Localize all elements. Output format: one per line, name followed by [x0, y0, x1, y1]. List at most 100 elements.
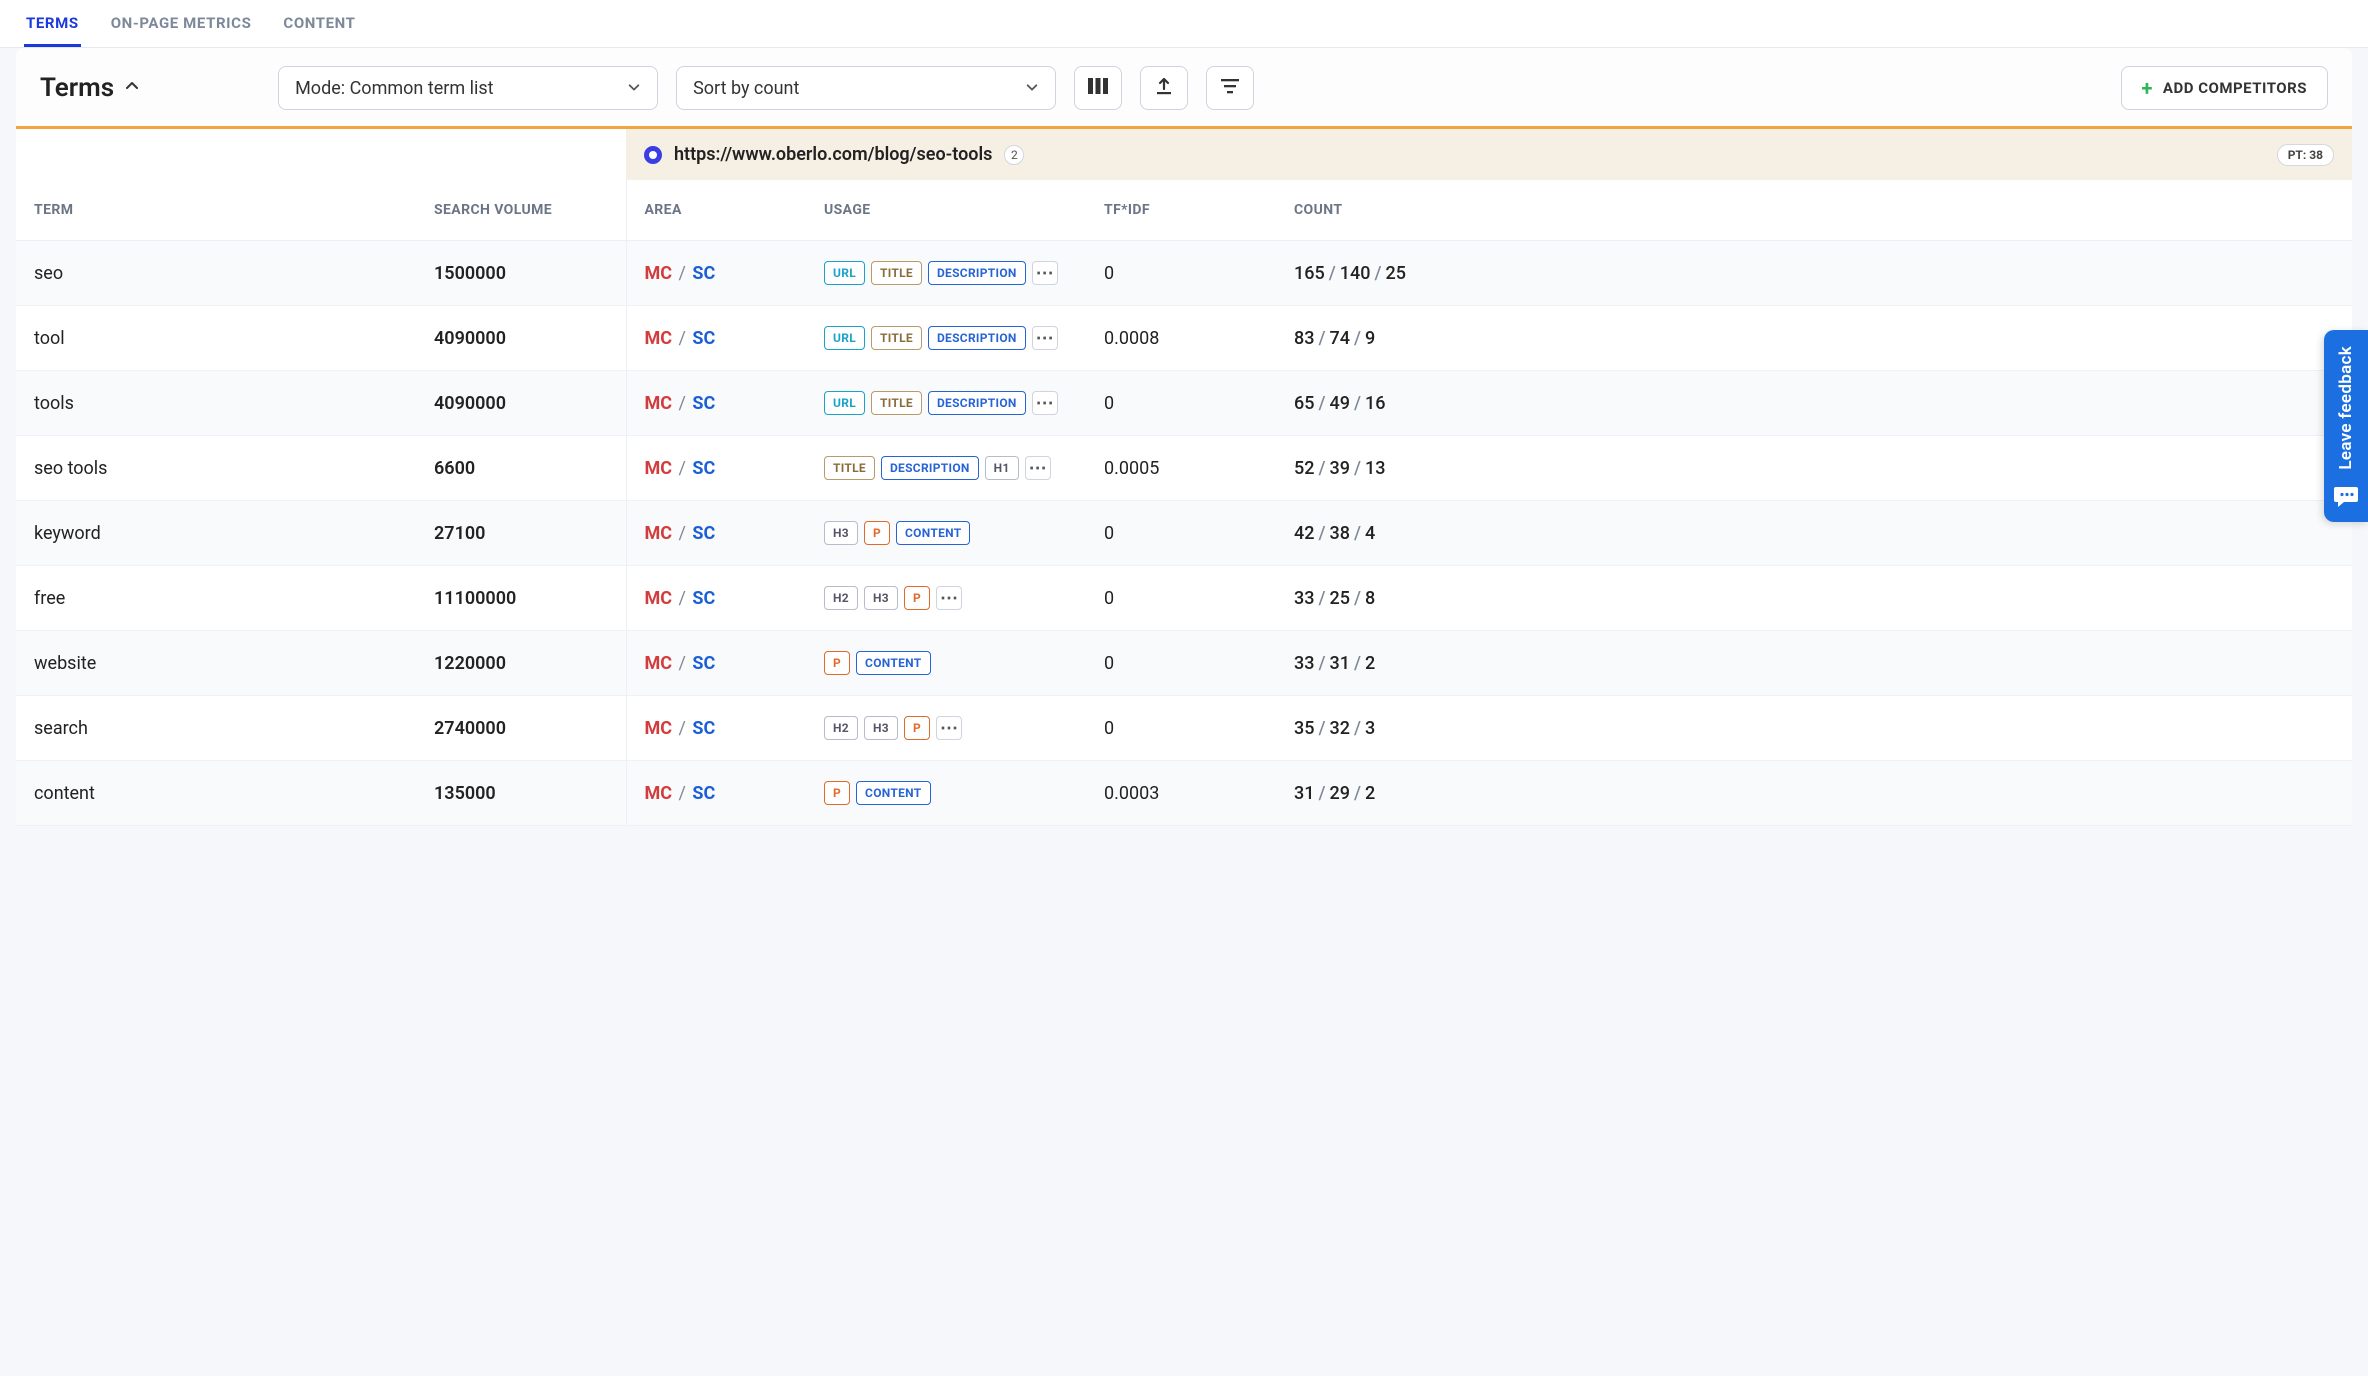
term-cell[interactable]: search [16, 696, 416, 761]
term-cell[interactable]: content [16, 761, 416, 826]
table-row: content135000MC / SCPCONTENT0.000331/29/… [16, 761, 2352, 826]
tag-description[interactable]: DESCRIPTION [928, 326, 1026, 350]
col-header-term[interactable]: TERM [16, 180, 416, 241]
filter-button[interactable] [1206, 66, 1254, 110]
url-band: https://www.oberlo.com/blog/seo-tools 2 … [16, 126, 2352, 180]
tag-h3[interactable]: H3 [864, 586, 898, 610]
tag-content[interactable]: CONTENT [856, 651, 930, 675]
mc-label[interactable]: MC [645, 653, 673, 674]
area-cell: MC / SC [626, 631, 806, 696]
tfidf-cell: 0.0008 [1086, 306, 1276, 371]
sc-label[interactable]: SC [692, 263, 715, 284]
more-tags-button[interactable]: ⋯ [1032, 326, 1058, 350]
col-header-count[interactable]: COUNT [1276, 180, 2352, 241]
col-header-tfidf[interactable]: TF*IDF [1086, 180, 1276, 241]
sc-label[interactable]: SC [692, 328, 715, 349]
tag-p[interactable]: P [904, 716, 930, 740]
area-cell: MC / SC [626, 436, 806, 501]
more-tags-button[interactable]: ⋯ [936, 716, 962, 740]
tag-title[interactable]: TITLE [871, 326, 922, 350]
leave-feedback-tab[interactable]: Leave feedback [2324, 330, 2368, 522]
tag-h3[interactable]: H3 [864, 716, 898, 740]
count-0: 65 [1294, 393, 1314, 414]
sc-label[interactable]: SC [692, 783, 715, 804]
tag-content[interactable]: CONTENT [896, 521, 970, 545]
slash: / [1354, 523, 1361, 544]
tag-description[interactable]: DESCRIPTION [881, 456, 979, 480]
count-cell: 52/39/13 [1276, 436, 2352, 501]
tag-description[interactable]: DESCRIPTION [928, 391, 1026, 415]
tag-url[interactable]: URL [824, 326, 865, 350]
sc-label[interactable]: SC [692, 523, 715, 544]
table-row: seo tools6600MC / SCTITLEDESCRIPTIONH1⋯0… [16, 436, 2352, 501]
analyzed-url[interactable]: https://www.oberlo.com/blog/seo-tools [674, 144, 992, 165]
sc-label[interactable]: SC [692, 458, 715, 479]
tag-url[interactable]: URL [824, 261, 865, 285]
term-cell[interactable]: website [16, 631, 416, 696]
mode-select[interactable]: Mode: Common term list [278, 66, 658, 110]
mc-label[interactable]: MC [645, 718, 673, 739]
area-cell: MC / SC [626, 761, 806, 826]
slash: / [674, 783, 690, 804]
term-cell[interactable]: free [16, 566, 416, 631]
sc-label[interactable]: SC [692, 588, 715, 609]
tag-p[interactable]: P [864, 521, 890, 545]
mc-label[interactable]: MC [645, 588, 673, 609]
tag-p[interactable]: P [824, 781, 850, 805]
tfidf-cell: 0 [1086, 631, 1276, 696]
col-header-usage[interactable]: USAGE [806, 180, 1086, 241]
tag-url[interactable]: URL [824, 391, 865, 415]
tag-p[interactable]: P [904, 586, 930, 610]
mc-label[interactable]: MC [645, 263, 673, 284]
chevron-down-icon [1025, 78, 1039, 99]
area-cell: MC / SC [626, 566, 806, 631]
tag-h2[interactable]: H2 [824, 586, 858, 610]
mc-label[interactable]: MC [645, 523, 673, 544]
col-header-search-volume[interactable]: SEARCH VOLUME [416, 180, 626, 241]
term-cell[interactable]: seo tools [16, 436, 416, 501]
tfidf-cell: 0 [1086, 566, 1276, 631]
more-tags-button[interactable]: ⋯ [1032, 261, 1058, 285]
term-cell[interactable]: seo [16, 241, 416, 306]
count-1: 25 [1330, 588, 1350, 609]
tag-title[interactable]: TITLE [871, 261, 922, 285]
table-row: tool4090000MC / SCURLTITLEDESCRIPTION⋯0.… [16, 306, 2352, 371]
sc-label[interactable]: SC [692, 653, 715, 674]
tab-onpage-metrics[interactable]: ON-PAGE METRICS [109, 0, 254, 47]
tab-content[interactable]: CONTENT [281, 0, 357, 47]
sort-select[interactable]: Sort by count [676, 66, 1056, 110]
tag-title[interactable]: TITLE [824, 456, 875, 480]
add-competitors-button[interactable]: + ADD COMPETITORS [2121, 66, 2329, 110]
sort-select-label: Sort by count [693, 78, 799, 99]
slash: / [1329, 263, 1336, 284]
columns-icon [1087, 77, 1109, 99]
term-cell[interactable]: tool [16, 306, 416, 371]
search-volume-cell: 135000 [416, 761, 626, 826]
tag-content[interactable]: CONTENT [856, 781, 930, 805]
sc-label[interactable]: SC [692, 393, 715, 414]
tag-h3[interactable]: H3 [824, 521, 858, 545]
page-title: Terms [40, 73, 114, 103]
term-cell[interactable]: keyword [16, 501, 416, 566]
tag-title[interactable]: TITLE [871, 391, 922, 415]
mc-label[interactable]: MC [645, 393, 673, 414]
more-tags-button[interactable]: ⋯ [936, 586, 962, 610]
mc-label[interactable]: MC [645, 783, 673, 804]
col-header-area[interactable]: AREA [626, 180, 806, 241]
slash: / [1318, 588, 1325, 609]
tag-description[interactable]: DESCRIPTION [928, 261, 1026, 285]
tag-p[interactable]: P [824, 651, 850, 675]
tab-terms[interactable]: TERMS [24, 0, 81, 47]
mc-label[interactable]: MC [645, 328, 673, 349]
slash: / [1354, 588, 1361, 609]
sc-label[interactable]: SC [692, 718, 715, 739]
more-tags-button[interactable]: ⋯ [1032, 391, 1058, 415]
more-tags-button[interactable]: ⋯ [1025, 456, 1051, 480]
columns-button[interactable] [1074, 66, 1122, 110]
mc-label[interactable]: MC [645, 458, 673, 479]
tag-h1[interactable]: H1 [985, 456, 1019, 480]
tag-h2[interactable]: H2 [824, 716, 858, 740]
term-cell[interactable]: tools [16, 371, 416, 436]
page-title-group[interactable]: Terms [40, 73, 140, 103]
upload-button[interactable] [1140, 66, 1188, 110]
